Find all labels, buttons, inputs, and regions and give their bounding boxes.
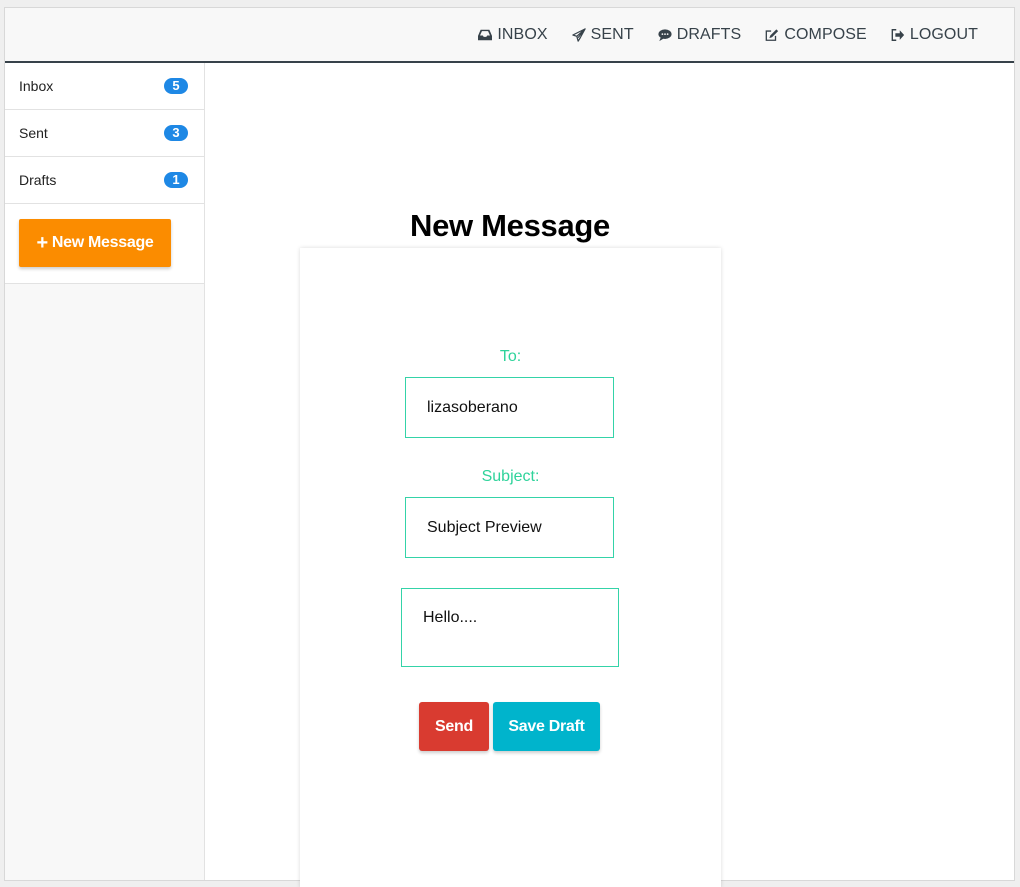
sidebar-item-drafts[interactable]: Drafts 1 — [5, 157, 204, 204]
subject-field[interactable]: Subject Preview — [405, 497, 614, 558]
sidebar: Inbox 5 Sent 3 Drafts 1 + New Message — [5, 63, 205, 880]
new-message-section: + New Message — [5, 204, 204, 284]
inbox-icon — [478, 28, 493, 42]
new-message-button[interactable]: + New Message — [19, 219, 171, 267]
sidebar-item-label: Sent — [19, 125, 48, 141]
plus-icon: + — [36, 232, 48, 254]
save-draft-button[interactable]: Save Draft — [493, 702, 600, 751]
paper-plane-icon — [571, 27, 586, 42]
subject-label: Subject: — [481, 468, 540, 485]
sidebar-item-sent[interactable]: Sent 3 — [5, 110, 204, 157]
sidebar-item-label: Inbox — [19, 78, 54, 94]
top-navbar: INBOX SENT DRAFTS COMPOSE LOGOUT — [5, 8, 1014, 63]
nav-menu: INBOX SENT DRAFTS COMPOSE LOGOUT — [478, 8, 978, 61]
nav-logout[interactable]: LOGOUT — [891, 26, 978, 44]
nav-inbox[interactable]: INBOX — [478, 25, 548, 44]
nav-sent[interactable]: SENT — [571, 25, 634, 44]
message-body-value: Hello.... — [423, 609, 478, 626]
nav-drafts[interactable]: DRAFTS — [658, 26, 742, 44]
page-title: New Message — [409, 208, 611, 243]
to-field[interactable]: lizasoberano — [405, 377, 614, 438]
nav-compose[interactable]: COMPOSE — [765, 26, 867, 44]
nav-sent-label: SENT — [590, 25, 634, 43]
subject-value: Subject Preview — [427, 518, 542, 536]
message-body-textarea[interactable]: Hello.... — [401, 588, 619, 667]
compose-form: To: lizasoberano Subject: Subject Previe… — [300, 248, 721, 887]
folder-list: Inbox 5 Sent 3 Drafts 1 — [5, 63, 204, 204]
sidebar-item-inbox[interactable]: Inbox 5 — [5, 63, 204, 110]
to-value: lizasoberano — [427, 398, 518, 416]
count-badge: 3 — [164, 125, 188, 141]
send-button[interactable]: Send — [419, 702, 489, 751]
app-window: INBOX SENT DRAFTS COMPOSE LOGOUT Inbox 5… — [4, 7, 1015, 887]
nav-drafts-label: DRAFTS — [676, 25, 742, 43]
count-badge: 5 — [164, 78, 188, 94]
speech-bubble-icon — [658, 28, 672, 42]
sidebar-item-label: Drafts — [19, 172, 57, 188]
nav-logout-label: LOGOUT — [909, 25, 978, 43]
edit-icon — [765, 28, 779, 42]
to-label: To: — [499, 348, 522, 365]
new-message-label: New Message — [51, 234, 154, 251]
sign-out-icon — [891, 28, 905, 42]
nav-compose-label: COMPOSE — [784, 25, 867, 43]
nav-inbox-label: INBOX — [497, 25, 548, 43]
count-badge: 1 — [164, 172, 188, 188]
